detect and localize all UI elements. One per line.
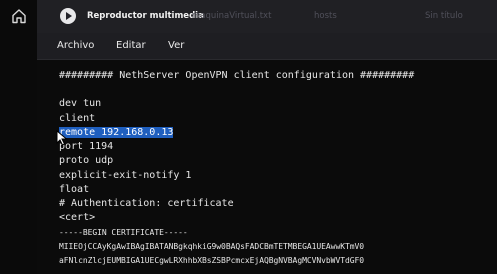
menu-bar: Archivo Editar Ver [37,33,497,60]
menu-editar[interactable]: Editar [116,39,146,53]
menu-ver[interactable]: Ver [168,39,184,53]
tab-maquina-virtual[interactable]: maquinaVirtual.txt [192,9,271,23]
home-icon[interactable] [10,7,28,25]
editor-line-header: ######### NethServer OpenVPN client conf… [59,70,415,81]
menu-archivo[interactable]: Archivo [57,39,94,53]
mouse-pointer-icon [56,130,68,146]
editor-line-proto: proto udp [59,155,114,166]
side-rail [0,0,37,274]
editor-line-remote: remote 192.168.0.13 [59,126,174,140]
title-tab-bar: Reproductor multimedia maquinaVirtual.tx… [37,0,497,33]
editor-line-exit-notify: explicit-exit-notify 1 [59,170,192,181]
selected-text[interactable]: remote 192.168.0.13 [59,127,174,138]
editor-line-client: client [59,113,96,124]
editor-line-auth-comment: # Authentication: certificate [59,198,234,209]
media-player-icon [60,8,76,24]
editor-line-dev: dev tun [59,98,102,109]
editor-line-cert-data-2: aFNlcnZlcjEUMBIGA1UECgwLRXhhbXBsZSBPcmcx… [59,256,365,265]
editor-line-cert-data-1: MIIEOjCCAyKgAwIBAgIBATANBgkqhkiG9w0BAQsF… [59,242,365,251]
tab-hosts[interactable]: hosts [314,9,337,23]
text-editor-area[interactable]: ######### NethServer OpenVPN client conf… [37,60,497,274]
tab-reproductor-multimedia[interactable]: Reproductor multimedia [87,9,204,23]
tab-sin-titulo[interactable]: Sin título [425,9,463,23]
screen: Reproductor multimedia maquinaVirtual.tx… [0,0,497,274]
editor-line-float: float [59,184,90,195]
editor-line-cert-open: <cert> [59,212,96,223]
editor-line-begin-cert: -----BEGIN CERTIFICATE----- [59,228,188,237]
